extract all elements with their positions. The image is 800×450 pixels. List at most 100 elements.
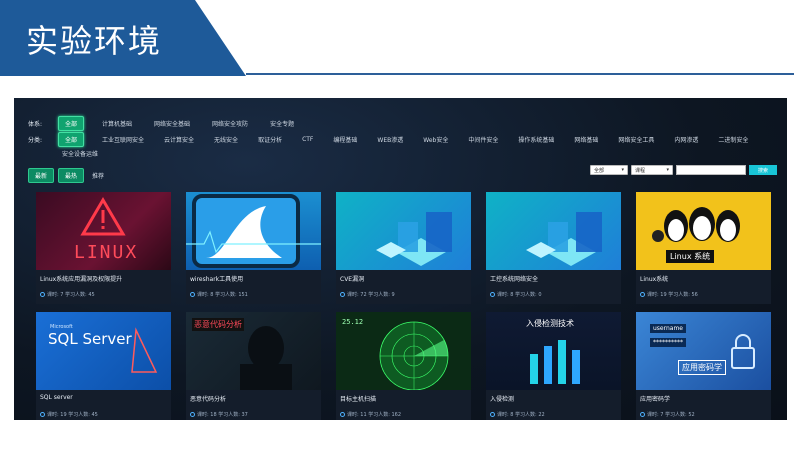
sort-hot-button[interactable]: 最热 [58, 168, 85, 183]
thumbnail-text: LINUX [74, 242, 139, 263]
sort-latest-button[interactable]: 最新 [28, 168, 55, 183]
course-thumbnail: 入侵检测技术 [486, 312, 621, 390]
course-meta: 课时: 19 学习人数: 45 [40, 411, 98, 418]
category-item[interactable]: WEB渗透 [373, 134, 407, 145]
course-meta: 课时: 8 学习人数: 0 [490, 291, 542, 298]
course-meta: 课时: 11 学习人数: 162 [340, 411, 401, 418]
course-meta-text: 课时: 11 学习人数: 162 [347, 412, 402, 418]
slide-title: 实验环境 [26, 22, 163, 60]
type-select-value: 课程 [635, 167, 646, 174]
search-input[interactable] [676, 165, 746, 175]
category-item[interactable]: CTF [298, 135, 317, 144]
course-card[interactable]: LINUX Linux系统应用漏洞及权限提升 课时: 7 学习人数: 45 [36, 192, 171, 304]
server-illustration-icon [376, 212, 452, 266]
course-title[interactable]: 工控系统网络安全 [490, 274, 538, 283]
course-card[interactable]: CVE漏洞 课时: 72 学习人数: 9 [336, 192, 471, 304]
course-meta-text: 课时: 7 学习人数: 45 [47, 292, 95, 298]
clock-icon [340, 412, 345, 417]
search-button[interactable]: 搜索 [749, 165, 777, 175]
course-meta: 课时: 72 学习人数: 9 [340, 291, 395, 298]
category-item[interactable]: Web安全 [419, 134, 452, 145]
category-item[interactable]: 云计算安全 [160, 134, 198, 145]
category-item[interactable]: 工业互联网安全 [98, 134, 148, 145]
course-title[interactable]: 恶意代码分析 [190, 394, 226, 403]
course-meta: 课时: 19 学习人数: 56 [640, 291, 698, 298]
category-item[interactable]: 编程基础 [329, 134, 361, 145]
lock-icon [731, 334, 755, 369]
system-item[interactable]: 网络安全基础 [150, 118, 194, 129]
course-thumbnail: LINUX [36, 192, 171, 270]
hacker-figure-icon [240, 326, 292, 390]
system-item[interactable]: 全部 [58, 116, 85, 131]
course-thumbnail [336, 192, 471, 270]
course-thumbnail: 恶意代码分析 [186, 312, 321, 390]
course-meta-text: 课时: 19 学习人数: 45 [47, 412, 98, 418]
course-meta: 课时: 8 学习人数: 151 [190, 291, 248, 298]
category-item[interactable]: 全部 [58, 132, 85, 147]
course-meta-text: 课时: 7 学习人数: 52 [647, 412, 695, 418]
course-title[interactable]: 目标主机扫描 [340, 394, 376, 403]
course-thumbnail [186, 192, 321, 270]
category-item[interactable]: 安全设备运维 [58, 148, 102, 159]
course-thumbnail: Linux 系统 [636, 192, 771, 270]
clock-icon [190, 292, 195, 297]
course-card[interactable]: wireshark工具使用 课时: 8 学习人数: 151 [186, 192, 321, 304]
category-filter-row-2: 安全设备运维 [58, 148, 116, 159]
category-item[interactable]: 取证分析 [254, 134, 286, 145]
scope-select-value: 全部 [594, 167, 605, 174]
system-label: 体系: [28, 121, 43, 128]
course-meta: 课时: 18 学习人数: 37 [190, 411, 248, 418]
category-item[interactable]: 中间件安全 [464, 134, 502, 145]
system-item[interactable]: 计算机基础 [98, 118, 136, 129]
course-card[interactable]: 25.12 目标主机扫描 课时: 11 学习人数: 162 [336, 312, 471, 420]
course-title[interactable]: wireshark工具使用 [190, 274, 243, 283]
course-meta-text: 课时: 8 学习人数: 151 [197, 292, 248, 298]
category-item[interactable]: 内网渗透 [670, 134, 702, 145]
course-card[interactable]: Linux 系统 Linux系统 课时: 19 学习人数: 56 [636, 192, 771, 304]
category-item[interactable]: 网络基础 [570, 134, 602, 145]
course-title[interactable]: CVE漏洞 [340, 274, 364, 283]
course-meta: 课时: 8 学习人数: 22 [490, 411, 545, 418]
course-title[interactable]: 入侵检测 [490, 394, 514, 403]
type-select[interactable]: 课程 ▾ [631, 165, 673, 175]
clock-icon [640, 292, 645, 297]
clock-icon [40, 292, 45, 297]
category-item[interactable]: 无线安全 [210, 134, 242, 145]
course-thumbnail: 25.12 [336, 312, 471, 390]
course-card[interactable]: Microsoft SQL Server SQL server 课时: 19 学… [36, 312, 171, 420]
sort-recommend-button[interactable]: 推荐 [92, 171, 104, 180]
server-illustration-icon [526, 212, 602, 266]
course-meta-text: 课时: 8 学习人数: 22 [497, 412, 545, 418]
chevron-down-icon: ▾ [621, 167, 624, 173]
system-item[interactable]: 网络安全攻防 [208, 118, 252, 129]
category-item[interactable]: 二进制安全 [714, 134, 752, 145]
clock-icon [40, 412, 45, 417]
category-item[interactable]: 操作系统基础 [514, 134, 558, 145]
thumbnail-text: 25.12 [342, 318, 364, 326]
course-meta-text: 课时: 19 学习人数: 56 [647, 292, 698, 298]
system-item[interactable]: 安全专题 [266, 118, 298, 129]
category-filter-row: 分类: 全部 工业互联网安全 云计算安全 无线安全 取证分析 CTF 编程基础 … [28, 132, 752, 147]
course-title[interactable]: Linux系统应用漏洞及权限提升 [40, 274, 122, 283]
course-card[interactable]: 恶意代码分析 恶意代码分析 课时: 18 学习人数: 37 [186, 312, 321, 420]
thumbnail-text: Linux 系统 [666, 250, 715, 263]
course-card[interactable]: 入侵检测技术 入侵检测 课时: 8 学习人数: 22 [486, 312, 621, 420]
course-card[interactable]: username ********** 应用密码学 应用密码学 课时: 7 学习… [636, 312, 771, 420]
scope-select[interactable]: 全部 ▾ [590, 165, 628, 175]
course-meta: 课时: 7 学习人数: 52 [640, 411, 695, 418]
course-meta-text: 课时: 8 学习人数: 0 [497, 292, 542, 298]
sort-bar: 最新 最热 推荐 [28, 168, 104, 183]
course-title[interactable]: 应用密码学 [640, 394, 670, 403]
course-card[interactable]: 工控系统网络安全 课时: 8 学习人数: 0 [486, 192, 621, 304]
clock-icon [490, 292, 495, 297]
category-label: 分类: [28, 137, 43, 144]
clock-icon [190, 412, 195, 417]
slide-title-banner: 实验环境 [0, 0, 246, 76]
bar-chart-illustration-icon [530, 340, 580, 384]
course-title[interactable]: SQL server [40, 394, 73, 401]
sql-server-logo-icon [131, 327, 158, 373]
category-item[interactable]: 网络安全工具 [614, 134, 658, 145]
course-title[interactable]: Linux系统 [640, 274, 668, 283]
clock-icon [340, 292, 345, 297]
course-thumbnail: username ********** 应用密码学 [636, 312, 771, 390]
